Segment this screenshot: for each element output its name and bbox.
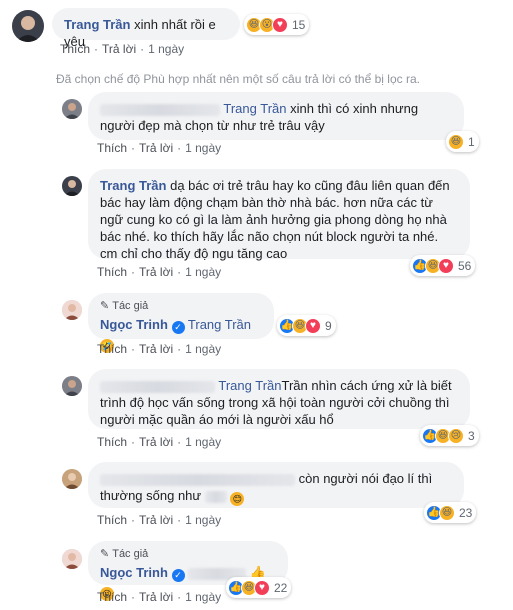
mention-link[interactable]: Trang Trần <box>223 101 286 116</box>
timestamp[interactable]: 1 ngày <box>185 342 221 356</box>
timestamp[interactable]: 1 ngày <box>185 513 221 527</box>
pencil-icon: ✎ <box>100 548 110 560</box>
comment-bubble: Trang Trần xinh nhất rồi e yêu <box>52 8 240 49</box>
comment-actions: Thích · Trả lời · 1 ngày <box>97 342 222 356</box>
reaction-summary[interactable]: 😆 😮 ♥ 15 <box>244 14 310 35</box>
comment-bubble: Trang Trần dạ bác ơi trẻ trâu hay ko cũn… <box>88 169 470 261</box>
timestamp[interactable]: 1 ngày <box>148 42 184 56</box>
blurred-word <box>204 490 227 503</box>
avatar[interactable] <box>62 549 82 569</box>
reaction-summary[interactable]: 👍 😆 ♥ 9 <box>277 315 336 336</box>
love-icon: ♥ <box>254 579 270 596</box>
like-button[interactable]: Thích <box>97 141 127 155</box>
like-button[interactable]: Thích <box>60 42 90 56</box>
comment-bubble: Trang TrầnTrần nhìn cách ứng xử là biết … <box>88 369 470 429</box>
reaction-count: 56 <box>458 258 472 273</box>
mention-link[interactable]: Trang Trần <box>218 378 281 393</box>
reply-button[interactable]: Trả lời <box>139 141 173 155</box>
commenter-name[interactable]: Ngọc Trinh <box>100 317 168 332</box>
timestamp[interactable]: 1 ngày <box>185 435 221 449</box>
author-badge: ✎ Tác giả <box>100 546 276 563</box>
avatar[interactable] <box>62 176 82 196</box>
reaction-count: 9 <box>325 318 332 333</box>
reply-button[interactable]: Trả lời <box>139 435 173 449</box>
reply-button[interactable]: Trả lời <box>139 265 173 279</box>
comment-actions: Thích · Trả lời · 1 ngày <box>97 265 222 279</box>
like-button[interactable]: Thích <box>97 590 127 604</box>
timestamp[interactable]: 1 ngày <box>185 265 221 279</box>
comment-actions: Thích · Trả lời · 1 ngày <box>97 590 222 604</box>
avatar[interactable] <box>62 99 82 119</box>
avatar[interactable] <box>62 376 82 396</box>
verified-icon: ✓ <box>171 569 185 582</box>
reaction-count: 22 <box>274 580 288 595</box>
blurred-name <box>100 380 215 393</box>
comment-bubble: ✎ Tác giả Ngọc Trinh ✓ Trang Trần 🤣 <box>88 293 274 353</box>
reaction-summary[interactable]: 👍 😆 😢 3 <box>420 425 479 446</box>
avatar[interactable] <box>12 10 44 42</box>
like-button[interactable]: Thích <box>97 342 127 356</box>
comment-actions: Thích · Trả lời · 1 ngày <box>97 141 222 155</box>
like-button[interactable]: Thích <box>97 435 127 449</box>
blurred-name <box>100 473 295 486</box>
reaction-count: 15 <box>292 17 306 32</box>
timestamp[interactable]: 1 ngày <box>185 141 221 155</box>
sad-icon: 😢 <box>448 427 464 444</box>
avatar[interactable] <box>62 469 82 489</box>
like-button[interactable]: Thích <box>97 265 127 279</box>
reaction-summary[interactable]: 😆 1 <box>446 131 479 152</box>
filter-notice: Đã chọn chế độ Phù hợp nhất nên một số c… <box>56 72 420 86</box>
haha-icon: 😆 <box>448 133 464 150</box>
reaction-summary[interactable]: 👍 😆 ♥ 22 <box>226 577 292 598</box>
reaction-summary[interactable]: 👍 😆 ♥ 56 <box>410 255 476 276</box>
comment-actions: Thích · Trả lời · 1 ngày <box>60 42 185 56</box>
comment-bubble: còn người nói đạo lí thì thường sống như… <box>88 462 464 508</box>
commenter-name[interactable]: Ngọc Trinh <box>100 565 168 580</box>
author-badge: ✎ Tác giả <box>100 298 262 315</box>
reply-button[interactable]: Trả lời <box>102 42 136 56</box>
reaction-summary[interactable]: 👍 😆 23 <box>424 502 477 523</box>
commenter-name[interactable]: Trang Trần <box>64 17 130 32</box>
reaction-count: 3 <box>468 428 475 443</box>
reaction-count: 1 <box>468 134 475 149</box>
love-icon: ♥ <box>305 317 321 334</box>
timestamp[interactable]: 1 ngày <box>185 590 221 604</box>
love-icon: ♥ <box>272 16 288 33</box>
blurred-name <box>100 103 220 116</box>
pencil-icon: ✎ <box>100 300 110 312</box>
haha-icon: 😆 <box>439 504 455 521</box>
love-icon: ♥ <box>438 257 454 274</box>
verified-icon: ✓ <box>171 321 185 334</box>
reply-button[interactable]: Trả lời <box>139 513 173 527</box>
comment-actions: Thích · Trả lời · 1 ngày <box>97 513 222 527</box>
reply-button[interactable]: Trả lời <box>139 342 173 356</box>
mention-link[interactable]: Trang Trần <box>188 317 251 332</box>
avatar[interactable] <box>62 300 82 320</box>
grinning-emoji-icon: 😊 <box>230 492 245 506</box>
comment-bubble: Trang Trần xinh thì có xinh nhưng người … <box>88 92 464 140</box>
like-button[interactable]: Thích <box>97 513 127 527</box>
reply-button[interactable]: Trả lời <box>139 590 173 604</box>
reaction-count: 23 <box>459 505 473 520</box>
commenter-name[interactable]: Trang Trần <box>100 178 166 193</box>
comment-actions: Thích · Trả lời · 1 ngày <box>97 435 222 449</box>
